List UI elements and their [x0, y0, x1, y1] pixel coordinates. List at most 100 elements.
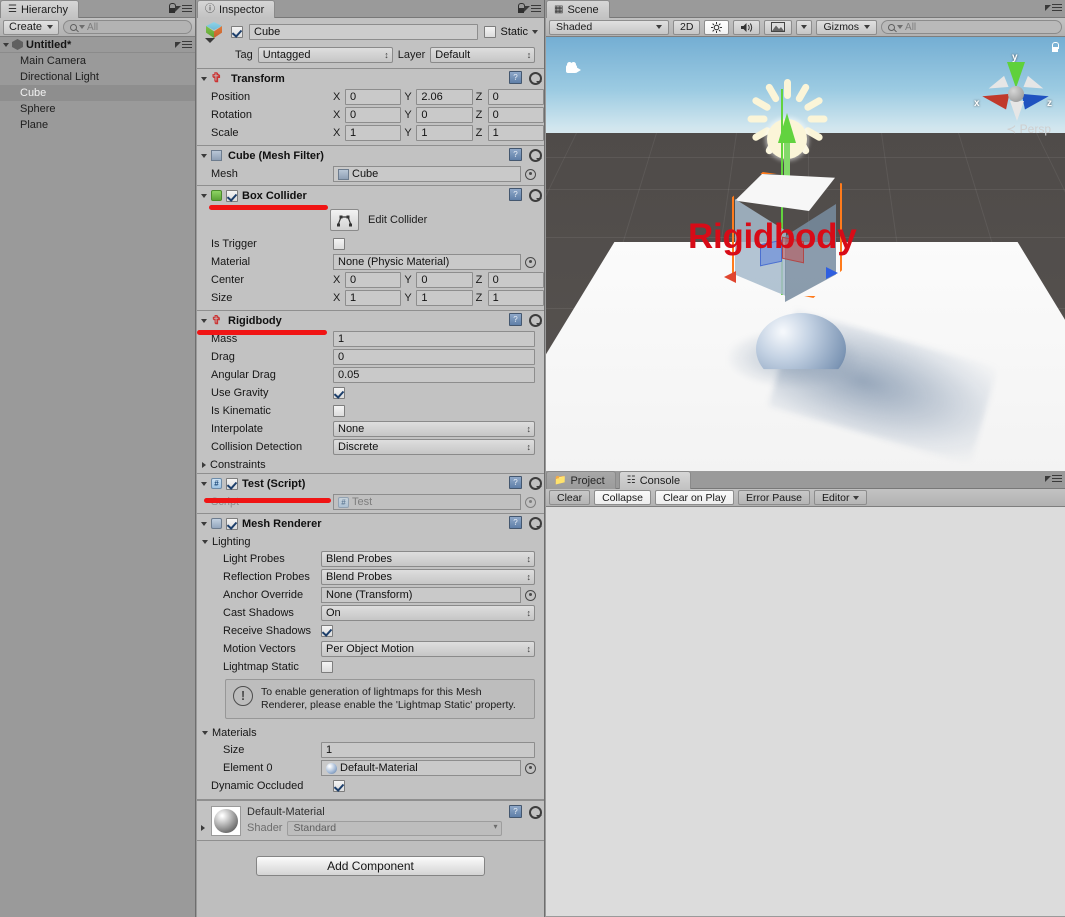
reflection-probes-dropdown[interactable]: Blend Probes	[321, 569, 535, 585]
position-y-field[interactable]: 2.06	[416, 89, 473, 105]
rigidbody-header[interactable]: ✞ Rigidbody ?	[197, 311, 544, 330]
axis-gizmo-y-cone[interactable]	[1007, 62, 1025, 88]
use-gravity-checkbox[interactable]	[333, 387, 345, 399]
move-gizmo-z-arrow[interactable]	[826, 267, 838, 279]
gear-icon[interactable]	[527, 313, 542, 327]
tab-inspector[interactable]: ⓘ Inspector	[197, 0, 276, 18]
tab-scene[interactable]: ▦ Scene	[546, 0, 610, 18]
receive-shadows-checkbox[interactable]	[321, 625, 333, 637]
scene-panel-menu[interactable]	[1045, 3, 1062, 12]
size-x-field[interactable]: 1	[345, 290, 402, 306]
light-probes-dropdown[interactable]: Blend Probes	[321, 551, 535, 567]
chevron-down-icon[interactable]	[201, 76, 207, 81]
scene-viewport[interactable]: Rigidbody y x z ≺ Persp	[546, 37, 1065, 489]
chevron-right-icon[interactable]	[201, 824, 205, 831]
chevron-down-icon[interactable]	[201, 318, 207, 323]
gear-icon[interactable]	[527, 805, 542, 819]
help-icon[interactable]: ?	[509, 313, 522, 326]
mesh-object-field[interactable]: Cube	[333, 166, 521, 182]
scene-fx-toggle[interactable]	[764, 19, 793, 35]
box-collider-header[interactable]: Box Collider ?	[197, 186, 544, 205]
scale-y-field[interactable]: 1	[416, 125, 473, 141]
scene-options-icon[interactable]	[175, 40, 192, 49]
rotation-x-field[interactable]: 0	[345, 107, 402, 123]
hierarchy-panel-menu[interactable]	[167, 3, 192, 13]
lightmap-static-checkbox[interactable]	[321, 661, 333, 673]
materials-foldout[interactable]: Materials	[197, 724, 544, 741]
tab-console[interactable]: ☷ Console	[618, 471, 692, 489]
hierarchy-item-directional-light[interactable]: Directional Light	[0, 69, 195, 85]
console-panel-menu[interactable]	[1045, 474, 1062, 483]
angular-drag-field[interactable]: 0.05	[333, 367, 535, 383]
constraints-foldout[interactable]: Constraints	[197, 456, 544, 473]
axis-gizmo-neg-x-cone[interactable]	[986, 75, 1009, 95]
scene-lighting-toggle[interactable]	[704, 19, 730, 35]
gear-icon[interactable]	[527, 148, 542, 162]
chevron-down-icon[interactable]	[532, 30, 538, 34]
rotation-y-field[interactable]: 0	[416, 107, 473, 123]
box-collider-enabled-checkbox[interactable]	[226, 189, 238, 202]
static-checkbox[interactable]	[484, 26, 497, 38]
axis-gizmo-neg-y-cone[interactable]	[1010, 101, 1024, 121]
gear-icon[interactable]	[527, 516, 542, 530]
position-x-field[interactable]: 0	[345, 89, 402, 105]
object-picker-icon[interactable]	[525, 168, 536, 180]
mesh-renderer-header[interactable]: Mesh Renderer ?	[197, 514, 544, 533]
help-icon[interactable]: ?	[509, 148, 522, 161]
toggle-2d-button[interactable]: 2D	[673, 19, 701, 35]
is-kinematic-checkbox[interactable]	[333, 405, 345, 417]
interpolate-dropdown[interactable]: None	[333, 421, 535, 437]
size-z-field[interactable]: 1	[487, 290, 544, 306]
chevron-down-icon[interactable]	[201, 193, 207, 198]
mass-field[interactable]: 1	[333, 331, 535, 347]
chevron-down-icon[interactable]	[202, 730, 208, 735]
drag-field[interactable]: 0	[333, 349, 535, 365]
tab-hierarchy[interactable]: ☰ Hierarchy	[0, 0, 80, 18]
scene-search-input[interactable]: All	[881, 20, 1062, 34]
console-error-pause-button[interactable]: Error Pause	[737, 490, 811, 505]
tab-project[interactable]: 📁 Project	[546, 471, 616, 489]
test-script-header[interactable]: # Test (Script) ?	[197, 474, 544, 493]
console-log-list[interactable]	[546, 507, 1065, 916]
collision-detection-dropdown[interactable]: Discrete	[333, 439, 535, 455]
hierarchy-item-plane[interactable]: Plane	[0, 117, 195, 133]
center-y-field[interactable]: 0	[416, 272, 473, 288]
projection-mode-label[interactable]: ≺ Persp	[1006, 122, 1051, 136]
mesh-filter-header[interactable]: Cube (Mesh Filter) ?	[197, 146, 544, 165]
center-x-field[interactable]: 0	[345, 272, 402, 288]
help-icon[interactable]: ?	[509, 805, 522, 818]
console-editor-dropdown[interactable]: Editor	[814, 490, 868, 505]
edit-collider-button[interactable]	[330, 209, 359, 231]
shading-mode-dropdown[interactable]: Shaded	[549, 19, 669, 35]
gear-icon[interactable]	[527, 476, 542, 490]
gizmos-dropdown[interactable]: Gizmos	[816, 19, 878, 35]
hierarchy-item-sphere[interactable]: Sphere	[0, 101, 195, 117]
scale-z-field[interactable]: 1	[487, 125, 544, 141]
hierarchy-item-main-camera[interactable]: Main Camera	[0, 53, 195, 69]
scale-x-field[interactable]: 1	[345, 125, 402, 141]
hierarchy-search-input[interactable]: All	[63, 20, 192, 34]
scene-row-menu[interactable]	[175, 40, 192, 49]
object-picker-icon[interactable]	[525, 589, 536, 601]
object-picker-icon[interactable]	[525, 762, 536, 774]
help-icon[interactable]: ?	[509, 516, 522, 529]
chevron-down-icon[interactable]	[202, 539, 208, 544]
create-button[interactable]: Create	[3, 19, 60, 35]
scene-audio-toggle[interactable]	[733, 19, 761, 35]
scene-lock-icon[interactable]	[1050, 42, 1059, 55]
chevron-right-icon[interactable]	[202, 461, 206, 468]
gear-icon[interactable]	[527, 188, 542, 202]
gameobject-name-field[interactable]: Cube	[249, 24, 479, 40]
hierarchy-item-cube[interactable]: Cube	[0, 85, 195, 101]
rotation-z-field[interactable]: 0	[487, 107, 544, 123]
mesh-renderer-enabled-checkbox[interactable]	[226, 517, 238, 530]
anchor-override-field[interactable]: None (Transform)	[321, 587, 521, 603]
panel-options-icon[interactable]	[175, 4, 192, 13]
directional-light-gizmo-icon[interactable]	[739, 79, 835, 187]
help-icon[interactable]: ?	[509, 71, 522, 84]
transform-header[interactable]: ✞ Transform ?	[197, 69, 544, 88]
gameobject-enabled-checkbox[interactable]	[231, 26, 243, 38]
tag-dropdown[interactable]: Untagged	[257, 46, 393, 63]
inspector-panel-menu[interactable]	[516, 3, 541, 13]
scene-fx-dropdown[interactable]	[796, 19, 813, 35]
